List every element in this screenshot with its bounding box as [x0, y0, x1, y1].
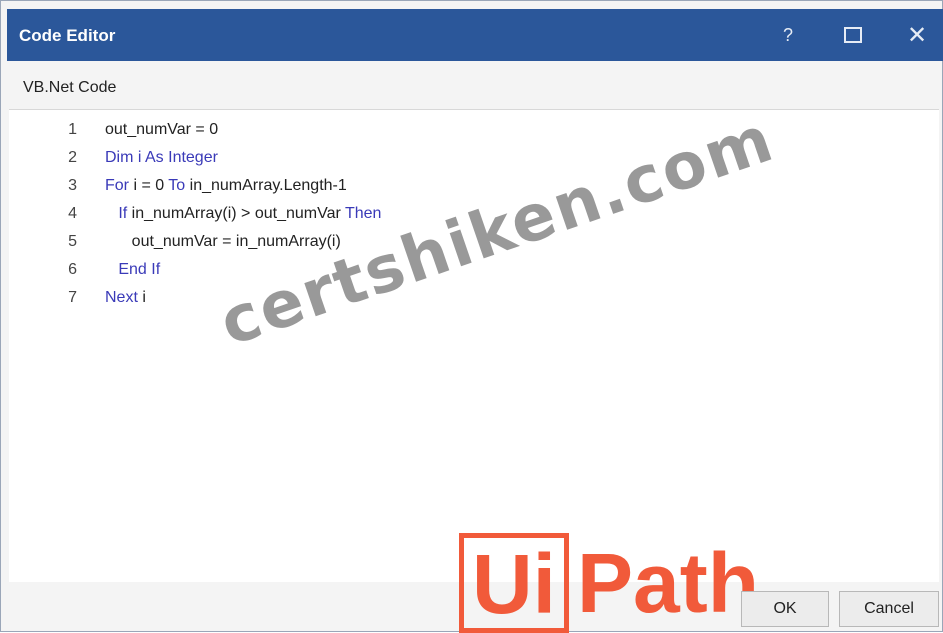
title-bar[interactable]: Code Editor ? ✕: [7, 9, 943, 61]
line-number: 3: [68, 177, 77, 194]
code-text: For i = 0 To in_numArray.Length-1: [105, 172, 347, 200]
code-text: out_numVar = 0: [105, 116, 218, 144]
uipath-logo: Ui Path: [459, 523, 759, 633]
code-keyword: For: [105, 177, 129, 194]
help-icon: ?: [782, 24, 793, 45]
code-keyword: Dim i As Integer: [105, 149, 218, 166]
code-token: i = 0: [129, 177, 169, 194]
line-number: 5: [68, 233, 77, 250]
maximize-icon: [844, 27, 862, 43]
code-keyword: Then: [344, 205, 382, 222]
code-keyword: If: [105, 205, 128, 222]
code-token: in_numArray.Length-1: [185, 177, 347, 194]
code-text: End If: [105, 256, 160, 284]
code-editor-dialog: Code Editor ? ✕ VB.Net Code 1 out_numVar …: [0, 0, 943, 633]
logo-path-text: Path: [577, 536, 760, 630]
code-token: out_numVar = 0: [105, 121, 219, 138]
code-line[interactable]: 1 out_numVar = 0: [9, 116, 909, 144]
code-language-label: VB.Net Code: [23, 79, 117, 96]
line-number: 6: [68, 261, 77, 278]
code-token: in_numArray(i) > out_numVar: [127, 205, 345, 222]
code-line[interactable]: 7 Next i: [9, 284, 909, 312]
code-editor-area[interactable]: 1 out_numVar = 0 2 Dim i As Integer 3 For i =…: [9, 109, 939, 582]
maximize-button[interactable]: [833, 17, 873, 53]
code-keyword: To: [168, 177, 186, 194]
code-text: Next i: [105, 284, 146, 312]
code-text: If in_numArray(i) > out_numVar Then: [105, 200, 381, 228]
window-title: Code Editor: [19, 26, 116, 45]
code-text: out_numVar = in_numArray(i): [105, 228, 341, 256]
logo-ui-text: Ui: [459, 533, 569, 633]
cancel-button[interactable]: Cancel: [839, 591, 939, 627]
code-token: out_numVar = in_numArray(i): [105, 233, 341, 250]
code-text: Dim i As Integer: [105, 144, 218, 172]
code-line[interactable]: 3 For i = 0 To in_numArray.Length-1: [9, 172, 909, 200]
code-token: i: [137, 289, 146, 306]
line-number: 4: [68, 205, 77, 222]
line-number: 1: [68, 121, 77, 138]
code-keyword: End If: [105, 261, 161, 278]
close-icon: ✕: [906, 21, 928, 49]
help-button[interactable]: ?: [768, 17, 808, 53]
ok-button[interactable]: OK: [741, 591, 829, 627]
line-number: 2: [68, 149, 77, 166]
close-button[interactable]: ✕: [897, 17, 937, 53]
line-number: 7: [68, 289, 77, 306]
code-keyword: Next: [105, 289, 138, 306]
